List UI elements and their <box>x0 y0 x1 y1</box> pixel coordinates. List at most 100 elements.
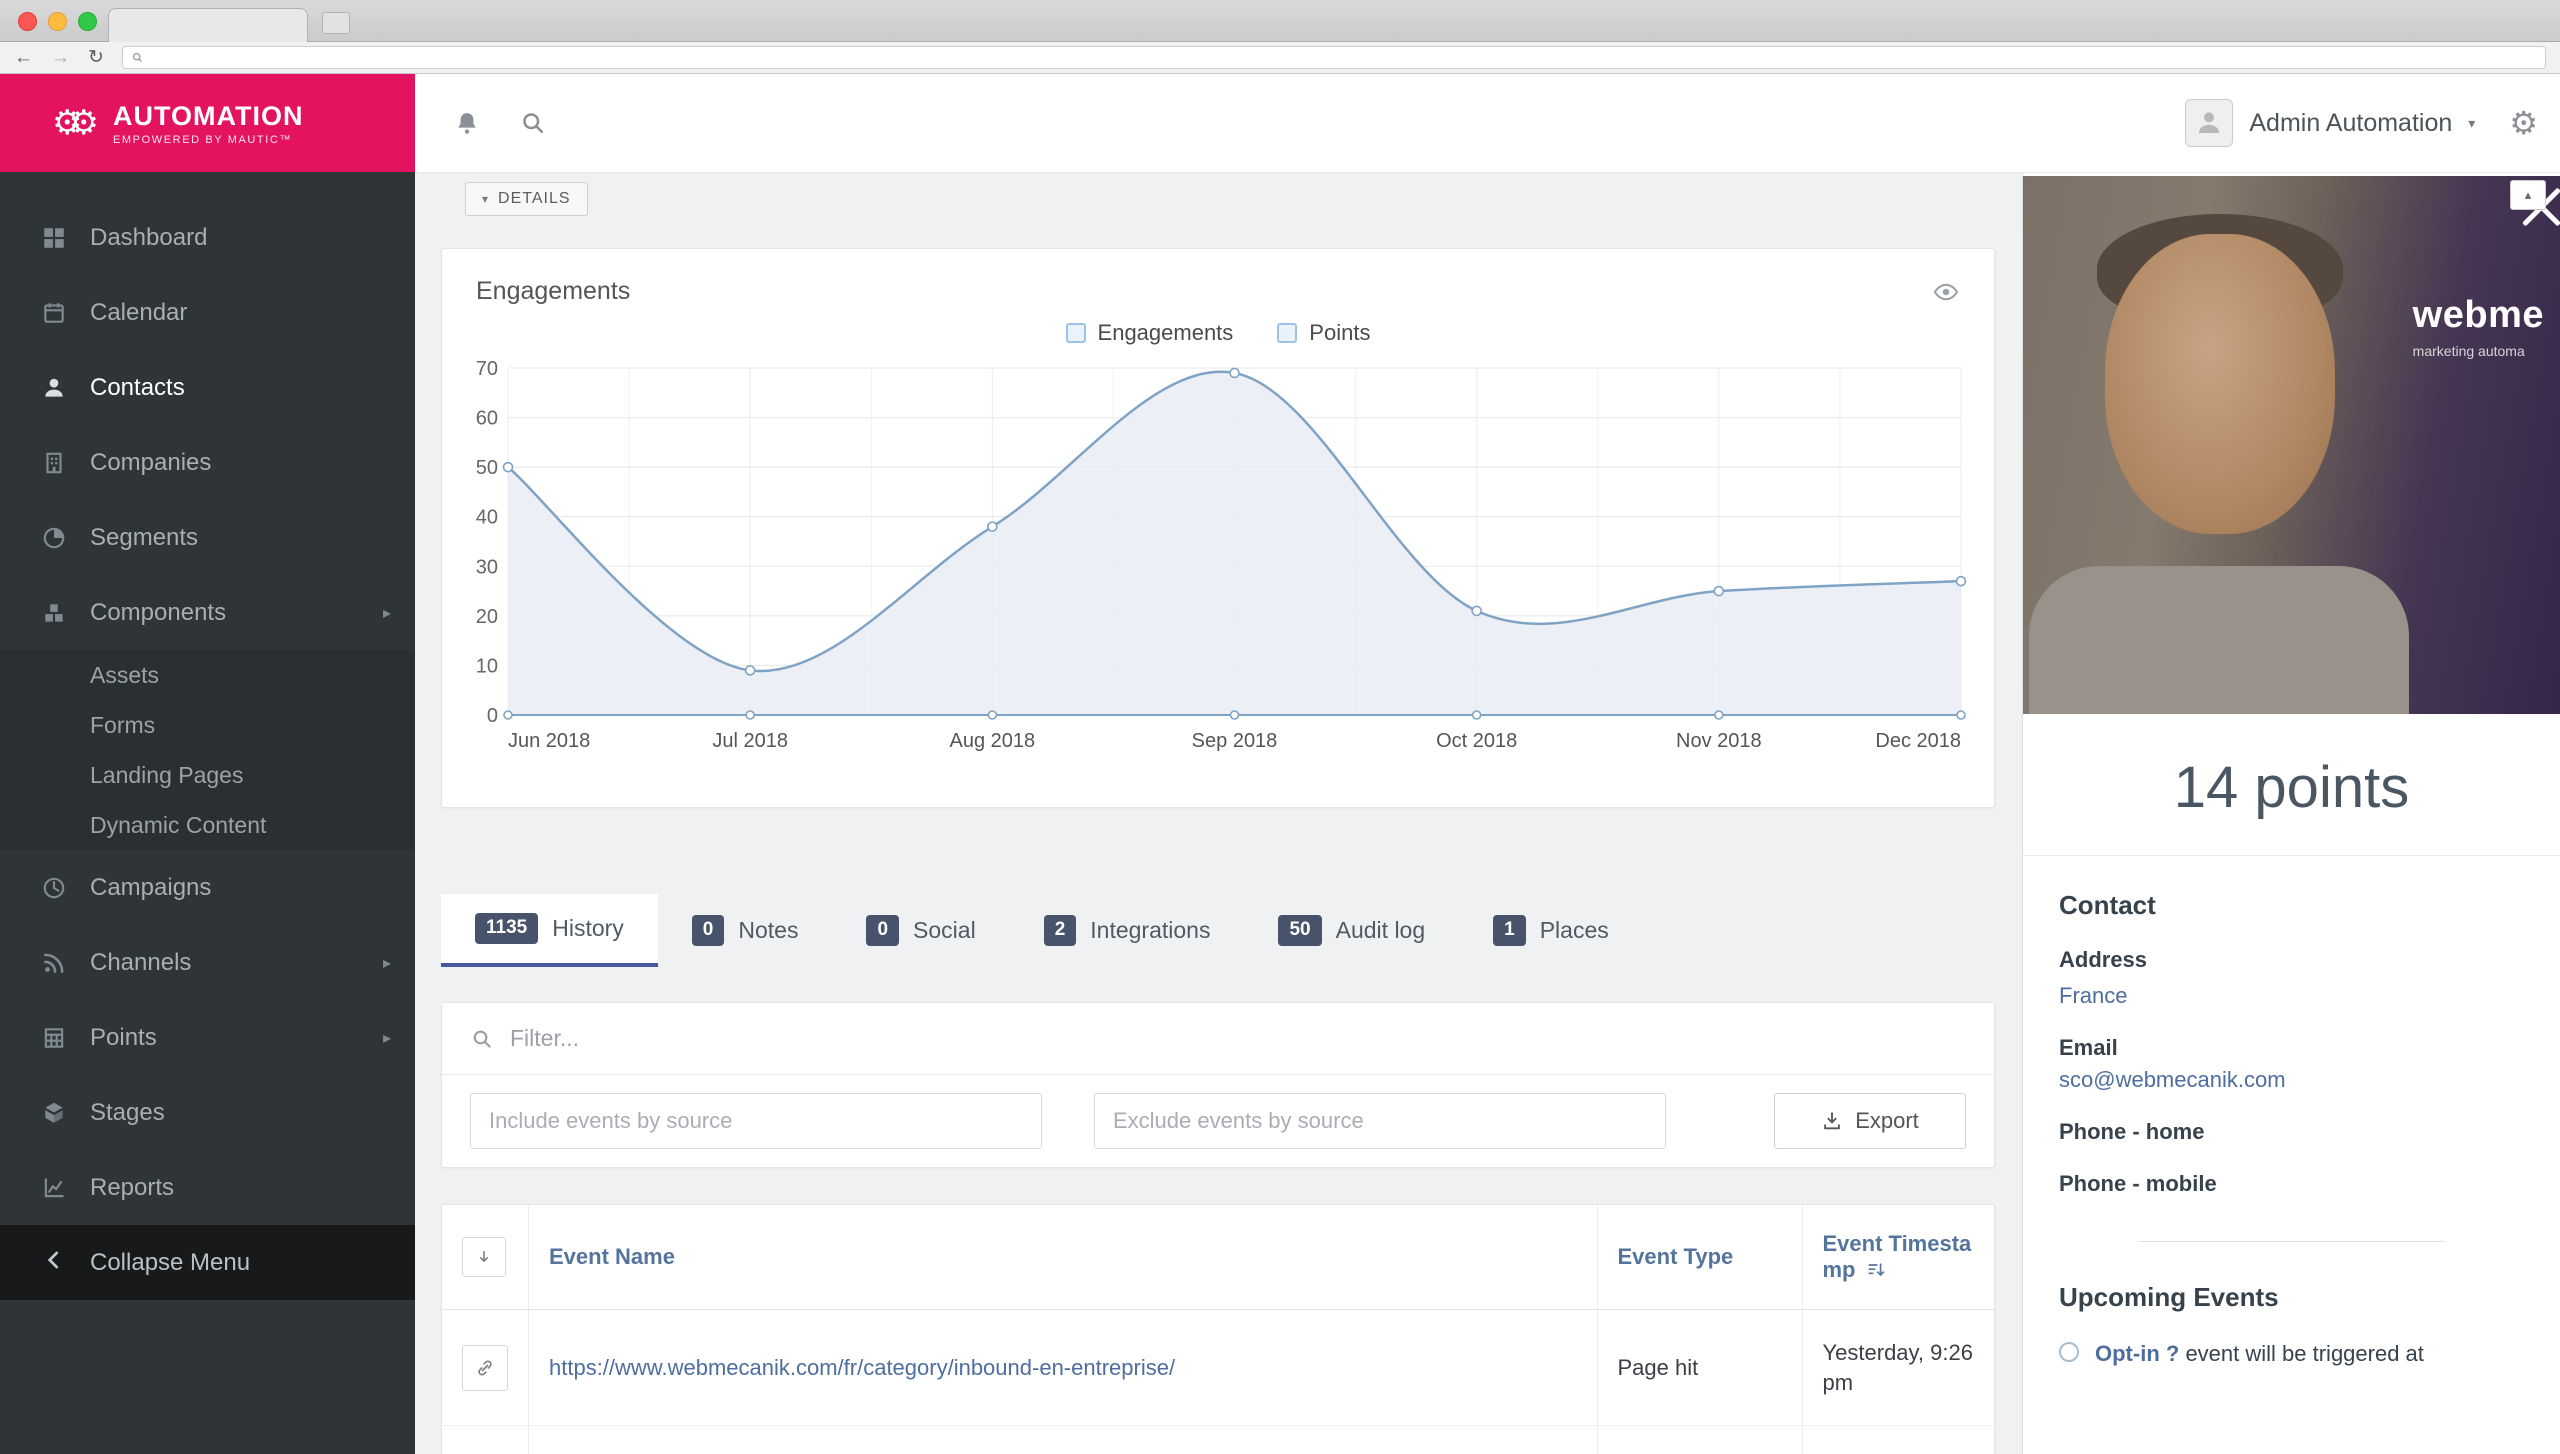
tab-social[interactable]: 0 Social <box>832 894 1009 967</box>
sidebar-item-components[interactable]: Components ▸ <box>0 575 415 650</box>
sidebar-item-stages[interactable]: Stages <box>0 1075 415 1150</box>
sidebar-item-reports[interactable]: Reports <box>0 1150 415 1225</box>
panel-collapse-button[interactable]: ▴ <box>2510 180 2546 210</box>
svg-text:60: 60 <box>475 408 497 430</box>
tab-notes[interactable]: 0 Notes <box>658 894 833 967</box>
refresh-icon[interactable]: ↻ <box>88 48 104 67</box>
browser-window: ← → ↻ Admin Automation ▾ ⚙ <box>0 0 2560 1454</box>
sidebar-item-companies[interactable]: Companies <box>0 425 415 500</box>
upcoming-events-title: Upcoming Events <box>2059 1282 2524 1313</box>
collapse-menu-button[interactable]: Collapse Menu <box>0 1225 415 1300</box>
tab-history[interactable]: 1135 History <box>441 894 658 967</box>
divider <box>2138 1241 2445 1242</box>
sidebar-item-points[interactable]: Points ▸ <box>0 1000 415 1075</box>
download-icon <box>1821 1110 1843 1132</box>
contacts-icon <box>41 375 67 401</box>
search-icon <box>519 109 547 137</box>
column-header-event-timestamp[interactable]: Event Timestamp <box>1802 1205 1994 1310</box>
engagements-chart: 010203040506070Jun 2018Jul 2018Aug 2018S… <box>466 354 1971 759</box>
column-header-event-name[interactable]: Event Name <box>529 1205 1598 1310</box>
filter-input[interactable] <box>510 1025 1966 1052</box>
count-badge: 0 <box>866 915 899 946</box>
legend-engagements[interactable]: Engagements <box>1066 320 1234 346</box>
brand-title: AUTOMATION <box>113 101 303 132</box>
chevron-right-icon: ▸ <box>383 953 391 973</box>
tab-integrations[interactable]: 2 Integrations <box>1010 894 1245 967</box>
event-campaign-link[interactable]: Opt-in ? <box>2095 1341 2179 1366</box>
avatar[interactable] <box>2185 99 2233 147</box>
sidebar-item-segments[interactable]: Segments <box>0 500 415 575</box>
chevron-left-icon <box>41 1247 67 1278</box>
chevron-down-icon[interactable]: ▾ <box>2468 115 2475 132</box>
svg-text:Aug 2018: Aug 2018 <box>949 730 1035 752</box>
contact-profile-panel: ▴ webme marketing automa 14 points Conta… <box>2022 172 2560 1454</box>
event-type-cell: Page hit <box>1597 1426 1802 1454</box>
tab-places[interactable]: 1 Places <box>1459 894 1643 967</box>
browser-tabstrip <box>0 0 2560 42</box>
include-source-input[interactable] <box>470 1093 1042 1149</box>
phone-mobile-label: Phone - mobile <box>2059 1171 2524 1197</box>
close-window-button[interactable] <box>18 12 37 31</box>
link-icon <box>475 1358 495 1378</box>
user-menu[interactable]: Admin Automation <box>2249 109 2452 138</box>
sidebar-item-calendar[interactable]: Calendar <box>0 275 415 350</box>
event-name-link[interactable]: https://www.webmecanik.com/fr/category/i… <box>549 1355 1175 1380</box>
history-filter-panel: Export <box>441 1002 1995 1168</box>
legend-points[interactable]: Points <box>1277 320 1370 346</box>
email-value[interactable]: sco@webmecanik.com <box>2059 1067 2524 1093</box>
global-search-button[interactable] <box>519 109 547 137</box>
count-badge: 0 <box>692 915 725 946</box>
gear-icon[interactable]: ⚙ <box>2509 104 2538 142</box>
exclude-source-input[interactable] <box>1094 1093 1666 1149</box>
brand-subtitle: EMPOWERED BY MAUTIC™ <box>113 134 303 146</box>
zoom-window-button[interactable] <box>78 12 97 31</box>
chevron-right-icon: ▸ <box>383 603 391 623</box>
contact-photo: webme marketing automa <box>2023 176 2560 714</box>
photo-brand-text: webme <box>2413 294 2544 337</box>
column-header-event-type[interactable]: Event Type <box>1597 1205 1802 1310</box>
order-toggle-button[interactable] <box>462 1237 506 1277</box>
tab-audit-log[interactable]: 50 Audit log <box>1244 894 1459 967</box>
sidebar-item-assets[interactable]: Assets <box>0 650 415 700</box>
svg-text:Nov 2018: Nov 2018 <box>1676 730 1762 752</box>
address-label: Address <box>2059 947 2524 973</box>
components-icon <box>41 600 67 626</box>
brand-gears-icon: ⚙⚙ <box>52 106 99 140</box>
chevron-down-icon: ▾ <box>482 192 489 206</box>
sidebar-item-landing-pages[interactable]: Landing Pages <box>0 750 415 800</box>
notifications-button[interactable] <box>453 109 481 137</box>
section-title: Contact <box>2059 890 2524 921</box>
forward-icon[interactable]: → <box>51 48 70 67</box>
upcoming-event-item: Opt-in ? event will be triggered at <box>2059 1339 2524 1370</box>
sort-desc-icon <box>1866 1260 1886 1280</box>
count-badge: 1135 <box>475 913 538 944</box>
export-button[interactable]: Export <box>1774 1093 1966 1149</box>
svg-text:50: 50 <box>475 457 497 479</box>
sidebar-item-forms[interactable]: Forms <box>0 700 415 750</box>
sidebar-item-contacts[interactable]: Contacts <box>0 350 415 425</box>
person-icon <box>2194 108 2224 138</box>
address-value[interactable]: France <box>2059 983 2524 1009</box>
address-input[interactable] <box>122 46 2546 69</box>
chevron-right-icon: ▸ <box>383 1028 391 1048</box>
photo-art <box>2029 566 2409 714</box>
sidebar-item-channels[interactable]: Channels ▸ <box>0 925 415 1000</box>
sidebar-item-campaigns[interactable]: Campaigns <box>0 850 415 925</box>
event-timestamp-cell: Yesterday, 9:26 pm <box>1802 1310 1994 1426</box>
sidebar-item-dynamic-content[interactable]: Dynamic Content <box>0 800 415 850</box>
browser-tab[interactable] <box>108 8 308 42</box>
brand-logo[interactable]: ⚙⚙ AUTOMATION EMPOWERED BY MAUTIC™ <box>0 74 415 172</box>
details-toggle-button[interactable]: ▾ DETAILS <box>465 182 588 216</box>
back-icon[interactable]: ← <box>14 48 33 67</box>
history-table: Event Name Event Type Event Timestamp ht… <box>442 1205 1994 1454</box>
browser-addressbar: ← → ↻ <box>0 42 2560 74</box>
photo-tagline-text: marketing automa <box>2413 343 2544 359</box>
minimize-window-button[interactable] <box>48 12 67 31</box>
new-tab-button[interactable] <box>322 12 350 34</box>
sidebar-item-dashboard[interactable]: Dashboard <box>0 200 415 275</box>
svg-text:30: 30 <box>475 556 497 578</box>
link-icon-button[interactable] <box>462 1345 508 1391</box>
history-table-panel: Event Name Event Type Event Timestamp ht… <box>441 1204 1995 1454</box>
eye-icon[interactable] <box>1932 278 1960 306</box>
campaigns-icon <box>41 875 67 901</box>
